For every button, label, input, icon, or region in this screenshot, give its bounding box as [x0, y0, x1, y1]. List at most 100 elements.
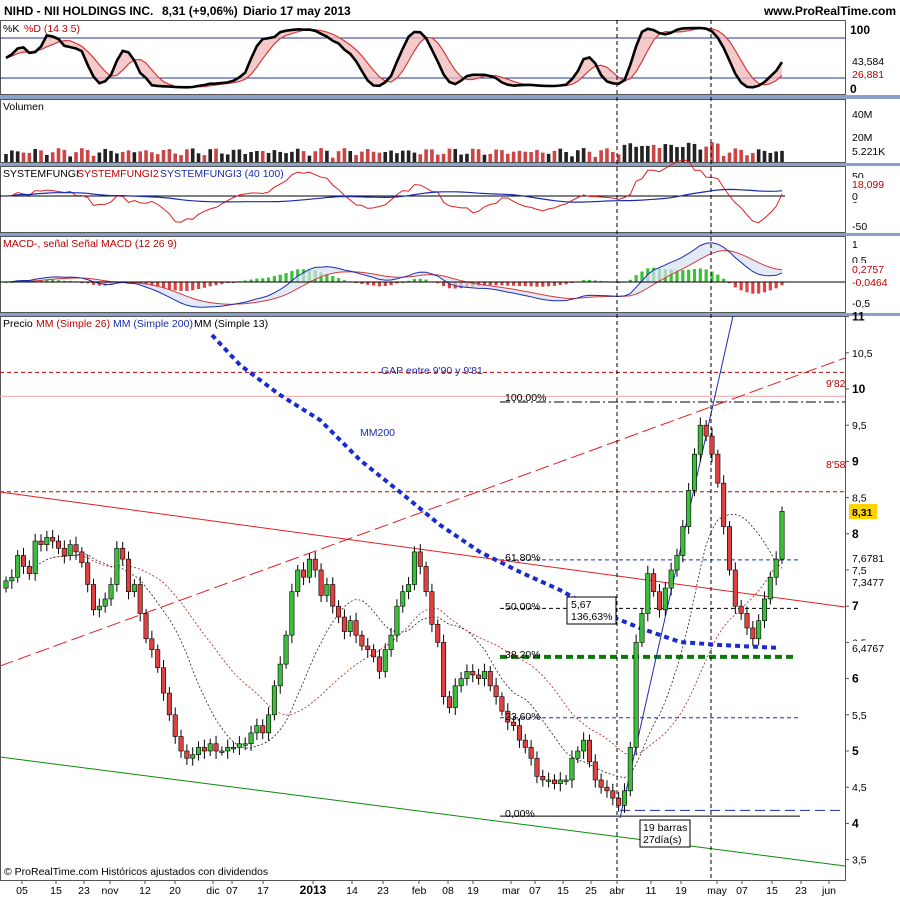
- volume-bar: [599, 150, 603, 162]
- candle-body: [715, 453, 721, 484]
- x-tick-label: nov: [102, 885, 120, 897]
- candle-body: [184, 750, 190, 759]
- price-tick-label: 9: [852, 454, 859, 468]
- volume-bar: [430, 149, 434, 162]
- chart-root: NIHD - NII HOLDINGS INC. 8,31 (+9,06%) D…: [0, 0, 900, 900]
- measure-box-2-line1: 19 barras: [643, 822, 687, 834]
- candle-body: [680, 526, 686, 556]
- candle-body: [686, 490, 692, 527]
- candle-body: [15, 555, 21, 578]
- candle-body: [114, 547, 120, 585]
- price-tick-label: 7: [852, 599, 859, 613]
- volume-bar: [185, 149, 189, 162]
- candle-body: [102, 598, 108, 607]
- volume-bar: [634, 146, 638, 162]
- volume-bar: [395, 153, 399, 162]
- candle-body: [324, 584, 330, 596]
- systemfungi-value-2: 0: [852, 191, 858, 203]
- volume-tick-40m: 40M: [852, 109, 872, 121]
- candle-body: [487, 671, 493, 687]
- volume-bar: [558, 148, 563, 162]
- candle-body: [295, 569, 301, 593]
- fib-0-label: 0,00%: [505, 808, 535, 820]
- volume-bar: [266, 152, 271, 162]
- candle-body: [656, 591, 662, 611]
- x-tick-label: abr: [609, 885, 625, 897]
- macd-histogram-bar: [202, 282, 206, 288]
- site-link[interactable]: www.ProRealTime.com: [763, 4, 896, 18]
- candle-body: [330, 584, 336, 607]
- candle-body: [592, 761, 598, 781]
- candle-body: [120, 547, 126, 560]
- candle-body: [563, 779, 569, 782]
- macd-histogram-bar: [704, 269, 708, 282]
- candle-body: [283, 634, 289, 665]
- candle-body: [522, 739, 528, 748]
- candle-body: [73, 544, 79, 553]
- period-label: Diario: [243, 4, 277, 18]
- volume-bar: [80, 148, 84, 162]
- macd-histogram-bar: [774, 282, 778, 289]
- candle-body: [458, 678, 464, 687]
- volume-bar: [325, 150, 329, 162]
- macd-panel: MACD-, señal Señal MACD (12 26 9) 1 0,5 …: [0, 238, 896, 310]
- candle-body: [691, 453, 697, 491]
- macd-histogram-bar: [185, 282, 189, 291]
- x-tick-label: 23: [377, 885, 389, 897]
- candle-body: [231, 747, 237, 750]
- x-tick-label: may: [707, 885, 728, 897]
- candle-body: [336, 605, 342, 618]
- candle-body: [429, 591, 435, 625]
- macd-histogram-bar: [441, 282, 446, 287]
- macd-histogram-bar: [739, 282, 743, 291]
- x-tick-label: 2013: [300, 883, 327, 897]
- x-axis: 05 15 23 nov 12 20 dic 07 17 2013 14 23 feb 08 19 mar 07…: [16, 880, 836, 897]
- x-tick-label: feb: [412, 885, 427, 897]
- volume-bar: [313, 151, 318, 162]
- measure-box-1-line1: 5,67: [571, 599, 592, 611]
- volume-bar: [529, 152, 533, 162]
- x-tick-label: 12: [139, 885, 151, 897]
- x-tick-label: jun: [821, 885, 836, 897]
- fib-382-label: 38,20%: [505, 649, 541, 661]
- candle-body: [271, 685, 277, 716]
- macd-histogram-bar: [377, 282, 382, 287]
- candle-body: [155, 649, 161, 669]
- candle-body: [242, 743, 248, 746]
- candle-body: [476, 674, 482, 679]
- macd-histogram-bar: [266, 277, 271, 282]
- candle-body: [621, 790, 627, 806]
- volume-bar: [721, 155, 726, 162]
- symbol-title: NIHD - NII HOLDINGS INC.: [4, 4, 153, 18]
- footer-credit: © ProRealTime.com Históricos ajustados c…: [4, 866, 268, 878]
- price-tick-label: 10,5: [852, 348, 873, 360]
- macd-histogram-bar: [745, 282, 749, 293]
- volume-bar: [383, 152, 388, 162]
- price-title-mm13: MM (Simple 13): [194, 318, 268, 330]
- volume-bar: [453, 148, 458, 162]
- volume-bar: [459, 154, 463, 162]
- volume-bar: [756, 149, 761, 162]
- candle-body: [767, 576, 773, 600]
- volume-bar: [686, 142, 691, 162]
- volume-bar: [173, 153, 178, 162]
- candle-body: [213, 743, 219, 752]
- candle-body: [347, 620, 353, 632]
- volume-bar: [330, 157, 335, 162]
- x-tick-label: 23: [78, 885, 90, 897]
- candle-body: [126, 558, 132, 593]
- volume-bar: [669, 144, 673, 162]
- candle-body: [738, 605, 744, 614]
- volume-bar: [155, 154, 160, 162]
- volume-bar: [628, 143, 633, 162]
- candle-body: [610, 790, 616, 799]
- macd-histogram-bar: [692, 269, 697, 282]
- volume-bar: [517, 150, 522, 162]
- macd-histogram-bar: [547, 282, 551, 287]
- volume-bar: [482, 154, 487, 162]
- x-tick-label: 19: [675, 885, 687, 897]
- gap-label: GAP entre 9'90 y 9'81: [381, 365, 483, 377]
- volume-bar: [196, 153, 201, 162]
- volume-bar: [610, 152, 615, 162]
- volume-bar: [675, 147, 679, 162]
